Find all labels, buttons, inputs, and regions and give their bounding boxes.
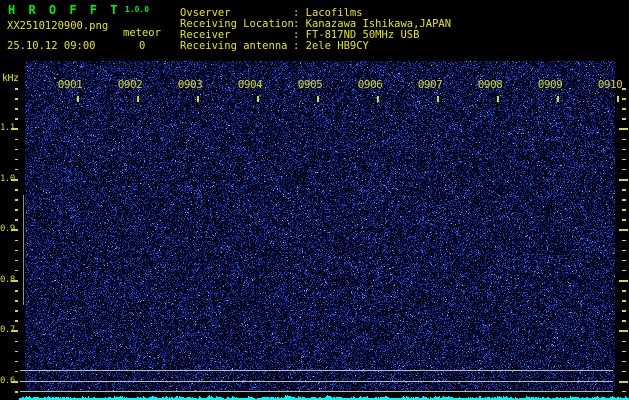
freq-tick-right — [619, 128, 628, 130]
freq-tick-right — [622, 310, 626, 312]
freq-tick-right — [622, 159, 626, 161]
station-label: Receiving antenna — [180, 41, 293, 52]
level-indicator-bar — [23, 195, 24, 305]
meteor-count: 0 — [139, 40, 145, 52]
observation-datetime: 25.10.12 09:00 — [7, 40, 96, 52]
freq-tick-right — [619, 229, 628, 231]
minute-tick — [197, 96, 199, 102]
freq-label: 0.8 — [0, 275, 13, 285]
minute-tick — [617, 96, 619, 102]
freq-tick-right — [622, 260, 626, 262]
time-label: 0907 — [415, 78, 445, 91]
freq-tick-left — [15, 320, 19, 322]
signal-level-trace — [19, 392, 629, 400]
freq-tick-left — [15, 250, 19, 252]
hrofft-window: H R O F F T 1.0.0 XX2510120900.png meteo… — [0, 0, 629, 400]
freq-tick-left — [15, 240, 19, 242]
freq-label: 0.7 — [0, 325, 13, 335]
freq-tick-right — [622, 219, 626, 221]
minute-tick — [317, 96, 319, 102]
spectrogram-plot — [25, 61, 615, 392]
freq-tick-right — [619, 330, 628, 332]
minute-tick — [257, 96, 259, 102]
freq-tick-left — [15, 169, 19, 171]
freq-tick-left — [15, 139, 19, 141]
freq-tick-right — [622, 341, 626, 343]
freq-tick-left — [15, 88, 19, 90]
freq-label: 0.6 — [0, 376, 13, 386]
app-title: H R O F F T — [8, 3, 120, 17]
app-version: 1.0.0 — [125, 5, 149, 14]
time-label: 0902 — [115, 78, 145, 91]
freq-label: 1.1 — [0, 123, 13, 133]
freq-tick-right — [622, 108, 626, 110]
freq-tick-left — [15, 108, 19, 110]
freq-tick-right — [622, 320, 626, 322]
freq-label: 1.0 — [0, 174, 13, 184]
freq-tick-right — [622, 199, 626, 201]
time-label: 0905 — [295, 78, 325, 91]
freq-tick-left — [15, 199, 19, 201]
time-label: 0904 — [235, 78, 265, 91]
freq-tick-left — [15, 209, 19, 211]
freq-tick-right — [619, 381, 628, 383]
reference-line-center — [20, 381, 613, 382]
freq-tick-right — [622, 250, 626, 252]
freq-tick-left — [15, 159, 19, 161]
minute-tick — [557, 96, 559, 102]
freq-tick-left — [15, 310, 19, 312]
freq-tick-right — [622, 270, 626, 272]
freq-tick-left — [15, 219, 19, 221]
freq-tick-right — [622, 98, 626, 100]
freq-tick-right — [622, 149, 626, 151]
freq-tick-right — [622, 240, 626, 242]
time-label: 0901 — [55, 78, 85, 91]
station-row: Receiving antenna: 2ele HB9CY — [180, 41, 451, 52]
freq-tick-right — [619, 280, 628, 282]
minute-tick — [437, 96, 439, 102]
time-label: 0903 — [175, 78, 205, 91]
freq-tick-left — [15, 189, 19, 191]
minute-tick — [77, 96, 79, 102]
freq-tick-right — [622, 189, 626, 191]
freq-tick-left — [15, 118, 19, 120]
y-axis-unit-label: kHz — [2, 73, 19, 84]
minute-tick — [497, 96, 499, 102]
freq-tick-right — [619, 179, 628, 181]
freq-tick-right — [622, 118, 626, 120]
freq-tick-right — [622, 371, 626, 373]
freq-tick-left — [15, 260, 19, 262]
freq-tick-left — [15, 98, 19, 100]
freq-tick-right — [622, 361, 626, 363]
minute-tick — [137, 96, 139, 102]
minute-tick — [377, 96, 379, 102]
freq-label: 0.9 — [0, 224, 13, 234]
time-label: 0906 — [355, 78, 385, 91]
time-label: 0909 — [535, 78, 565, 91]
freq-tick-left — [15, 270, 19, 272]
freq-tick-left — [15, 341, 19, 343]
freq-tick-right — [622, 351, 626, 353]
observation-mode: meteor — [123, 27, 161, 39]
freq-tick-left — [15, 351, 19, 353]
time-label: 0910 — [595, 78, 625, 91]
freq-tick-right — [622, 209, 626, 211]
station-info: Ovserver: Lacofilms Receiving Location: K… — [180, 8, 451, 52]
freq-tick-right — [622, 169, 626, 171]
freq-tick-left — [15, 300, 19, 302]
freq-tick-right — [622, 88, 626, 90]
freq-tick-left — [15, 391, 19, 393]
freq-tick-left — [15, 290, 19, 292]
freq-tick-left — [15, 149, 19, 151]
time-label: 0908 — [475, 78, 505, 91]
freq-tick-left — [15, 371, 19, 373]
station-value: : 2ele HB9CY — [293, 41, 369, 52]
freq-tick-right — [622, 139, 626, 141]
observation-filename: XX2510120900.png — [7, 20, 108, 32]
freq-tick-left — [15, 361, 19, 363]
reference-line-upper — [20, 370, 613, 371]
freq-tick-right — [622, 300, 626, 302]
freq-tick-right — [622, 290, 626, 292]
